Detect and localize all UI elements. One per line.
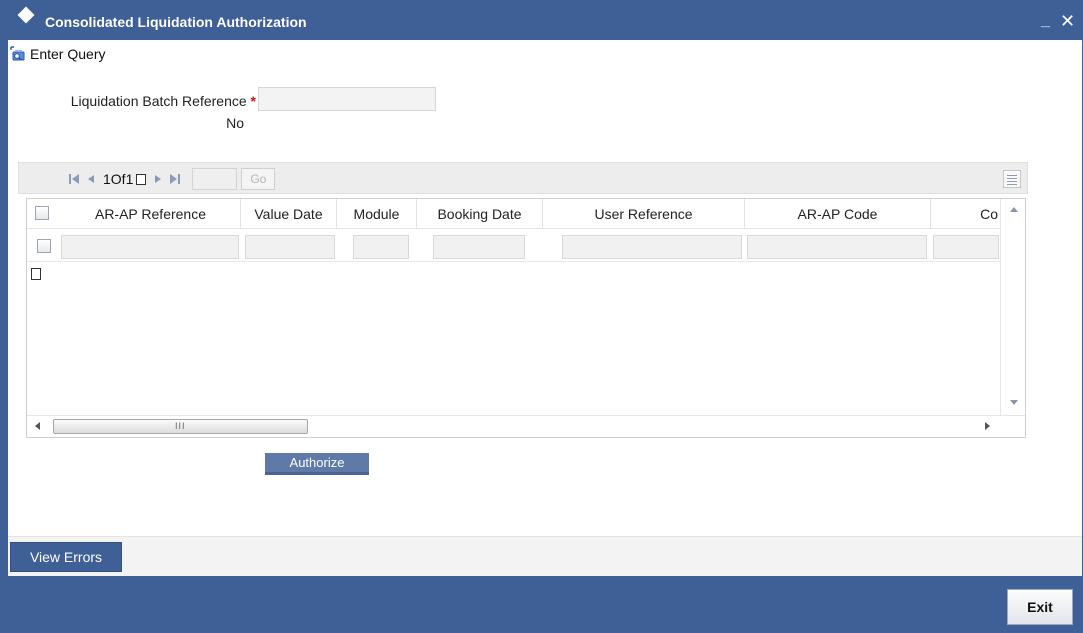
- minimize-button[interactable]: _: [1041, 12, 1050, 30]
- module-cell[interactable]: [353, 235, 409, 259]
- table-header: AR-AP Reference Value Date Module Bookin…: [27, 199, 1000, 229]
- batch-reference-label: Liquidation Batch Reference * No: [26, 90, 256, 134]
- scroll-up-icon[interactable]: [1010, 207, 1018, 212]
- required-marker: *: [250, 93, 256, 109]
- select-all-checkbox[interactable]: [35, 206, 49, 220]
- batch-reference-input[interactable]: [258, 87, 436, 111]
- window-title: Consolidated Liquidation Authorization: [45, 14, 307, 30]
- horizontal-scroll-thumb[interactable]: III: [53, 419, 308, 434]
- scroll-right-icon[interactable]: [985, 422, 990, 430]
- row-marker-box: [31, 268, 41, 280]
- ar-ap-reference-cell[interactable]: [61, 235, 239, 259]
- batch-reference-label-line1: Liquidation Batch Reference: [70, 93, 247, 109]
- column-header-module[interactable]: Module: [337, 199, 417, 229]
- pager: 1Of1 Go: [69, 168, 276, 190]
- column-header-ar-ap-reference[interactable]: AR-AP Reference: [61, 199, 241, 229]
- scroll-grip: III: [175, 421, 186, 431]
- enter-query-label: Enter Query: [30, 46, 106, 62]
- view-errors-button[interactable]: View Errors: [10, 542, 122, 572]
- column-header-ar-ap-code[interactable]: AR-AP Code: [745, 199, 931, 229]
- page-indicator: 1Of1: [103, 171, 134, 187]
- title-bar: Consolidated Liquidation Authorization _…: [0, 0, 1083, 40]
- row-select-checkbox[interactable]: [37, 239, 51, 253]
- column-header-value-date[interactable]: Value Date: [241, 199, 337, 229]
- column-header-booking-date[interactable]: Booking Date: [417, 199, 543, 229]
- scroll-down-icon[interactable]: [1010, 400, 1018, 405]
- close-button[interactable]: ✕: [1060, 11, 1075, 32]
- page-number-input[interactable]: [192, 168, 238, 190]
- footer-bar: Exit: [0, 576, 1083, 633]
- app-diamond-icon: [17, 6, 35, 24]
- results-table: AR-AP Reference Value Date Module Bookin…: [26, 198, 1026, 438]
- last-page-icon[interactable]: [170, 173, 181, 185]
- enter-query-button[interactable]: Enter Query: [10, 44, 105, 64]
- errors-bar: View Errors: [8, 536, 1082, 576]
- scroll-left-icon[interactable]: [35, 422, 40, 430]
- liquidation-authorization-window: Consolidated Liquidation Authorization _…: [0, 0, 1083, 633]
- grid-toolbar: 1Of1 Go: [18, 162, 1028, 194]
- page-indicator-box: [136, 173, 147, 185]
- next-page-icon[interactable]: [154, 173, 162, 185]
- column-header-user-reference[interactable]: User Reference: [543, 199, 745, 229]
- booking-date-cell[interactable]: [433, 235, 525, 259]
- user-reference-cell[interactable]: [562, 235, 742, 259]
- authorize-button[interactable]: Authorize: [265, 453, 369, 475]
- go-button[interactable]: Go: [241, 168, 276, 190]
- exit-button[interactable]: Exit: [1007, 589, 1073, 625]
- horizontal-scrollbar[interactable]: III: [27, 415, 1025, 437]
- batch-reference-label-line2: No: [226, 115, 244, 131]
- column-header-co[interactable]: Co: [931, 199, 1000, 229]
- table-row: [27, 230, 1000, 262]
- ar-ap-code-cell[interactable]: [747, 235, 927, 259]
- vertical-scrollbar[interactable]: [1000, 199, 1025, 415]
- value-date-cell[interactable]: [245, 235, 335, 259]
- previous-page-icon[interactable]: [87, 173, 95, 185]
- first-page-icon[interactable]: [69, 173, 79, 185]
- co-cell[interactable]: [933, 235, 999, 259]
- grid-settings-icon[interactable]: [1003, 170, 1021, 188]
- enter-query-icon: [10, 46, 26, 62]
- results-grid-panel: 1Of1 Go AR-AP Reference Value Date Modul…: [18, 162, 1028, 438]
